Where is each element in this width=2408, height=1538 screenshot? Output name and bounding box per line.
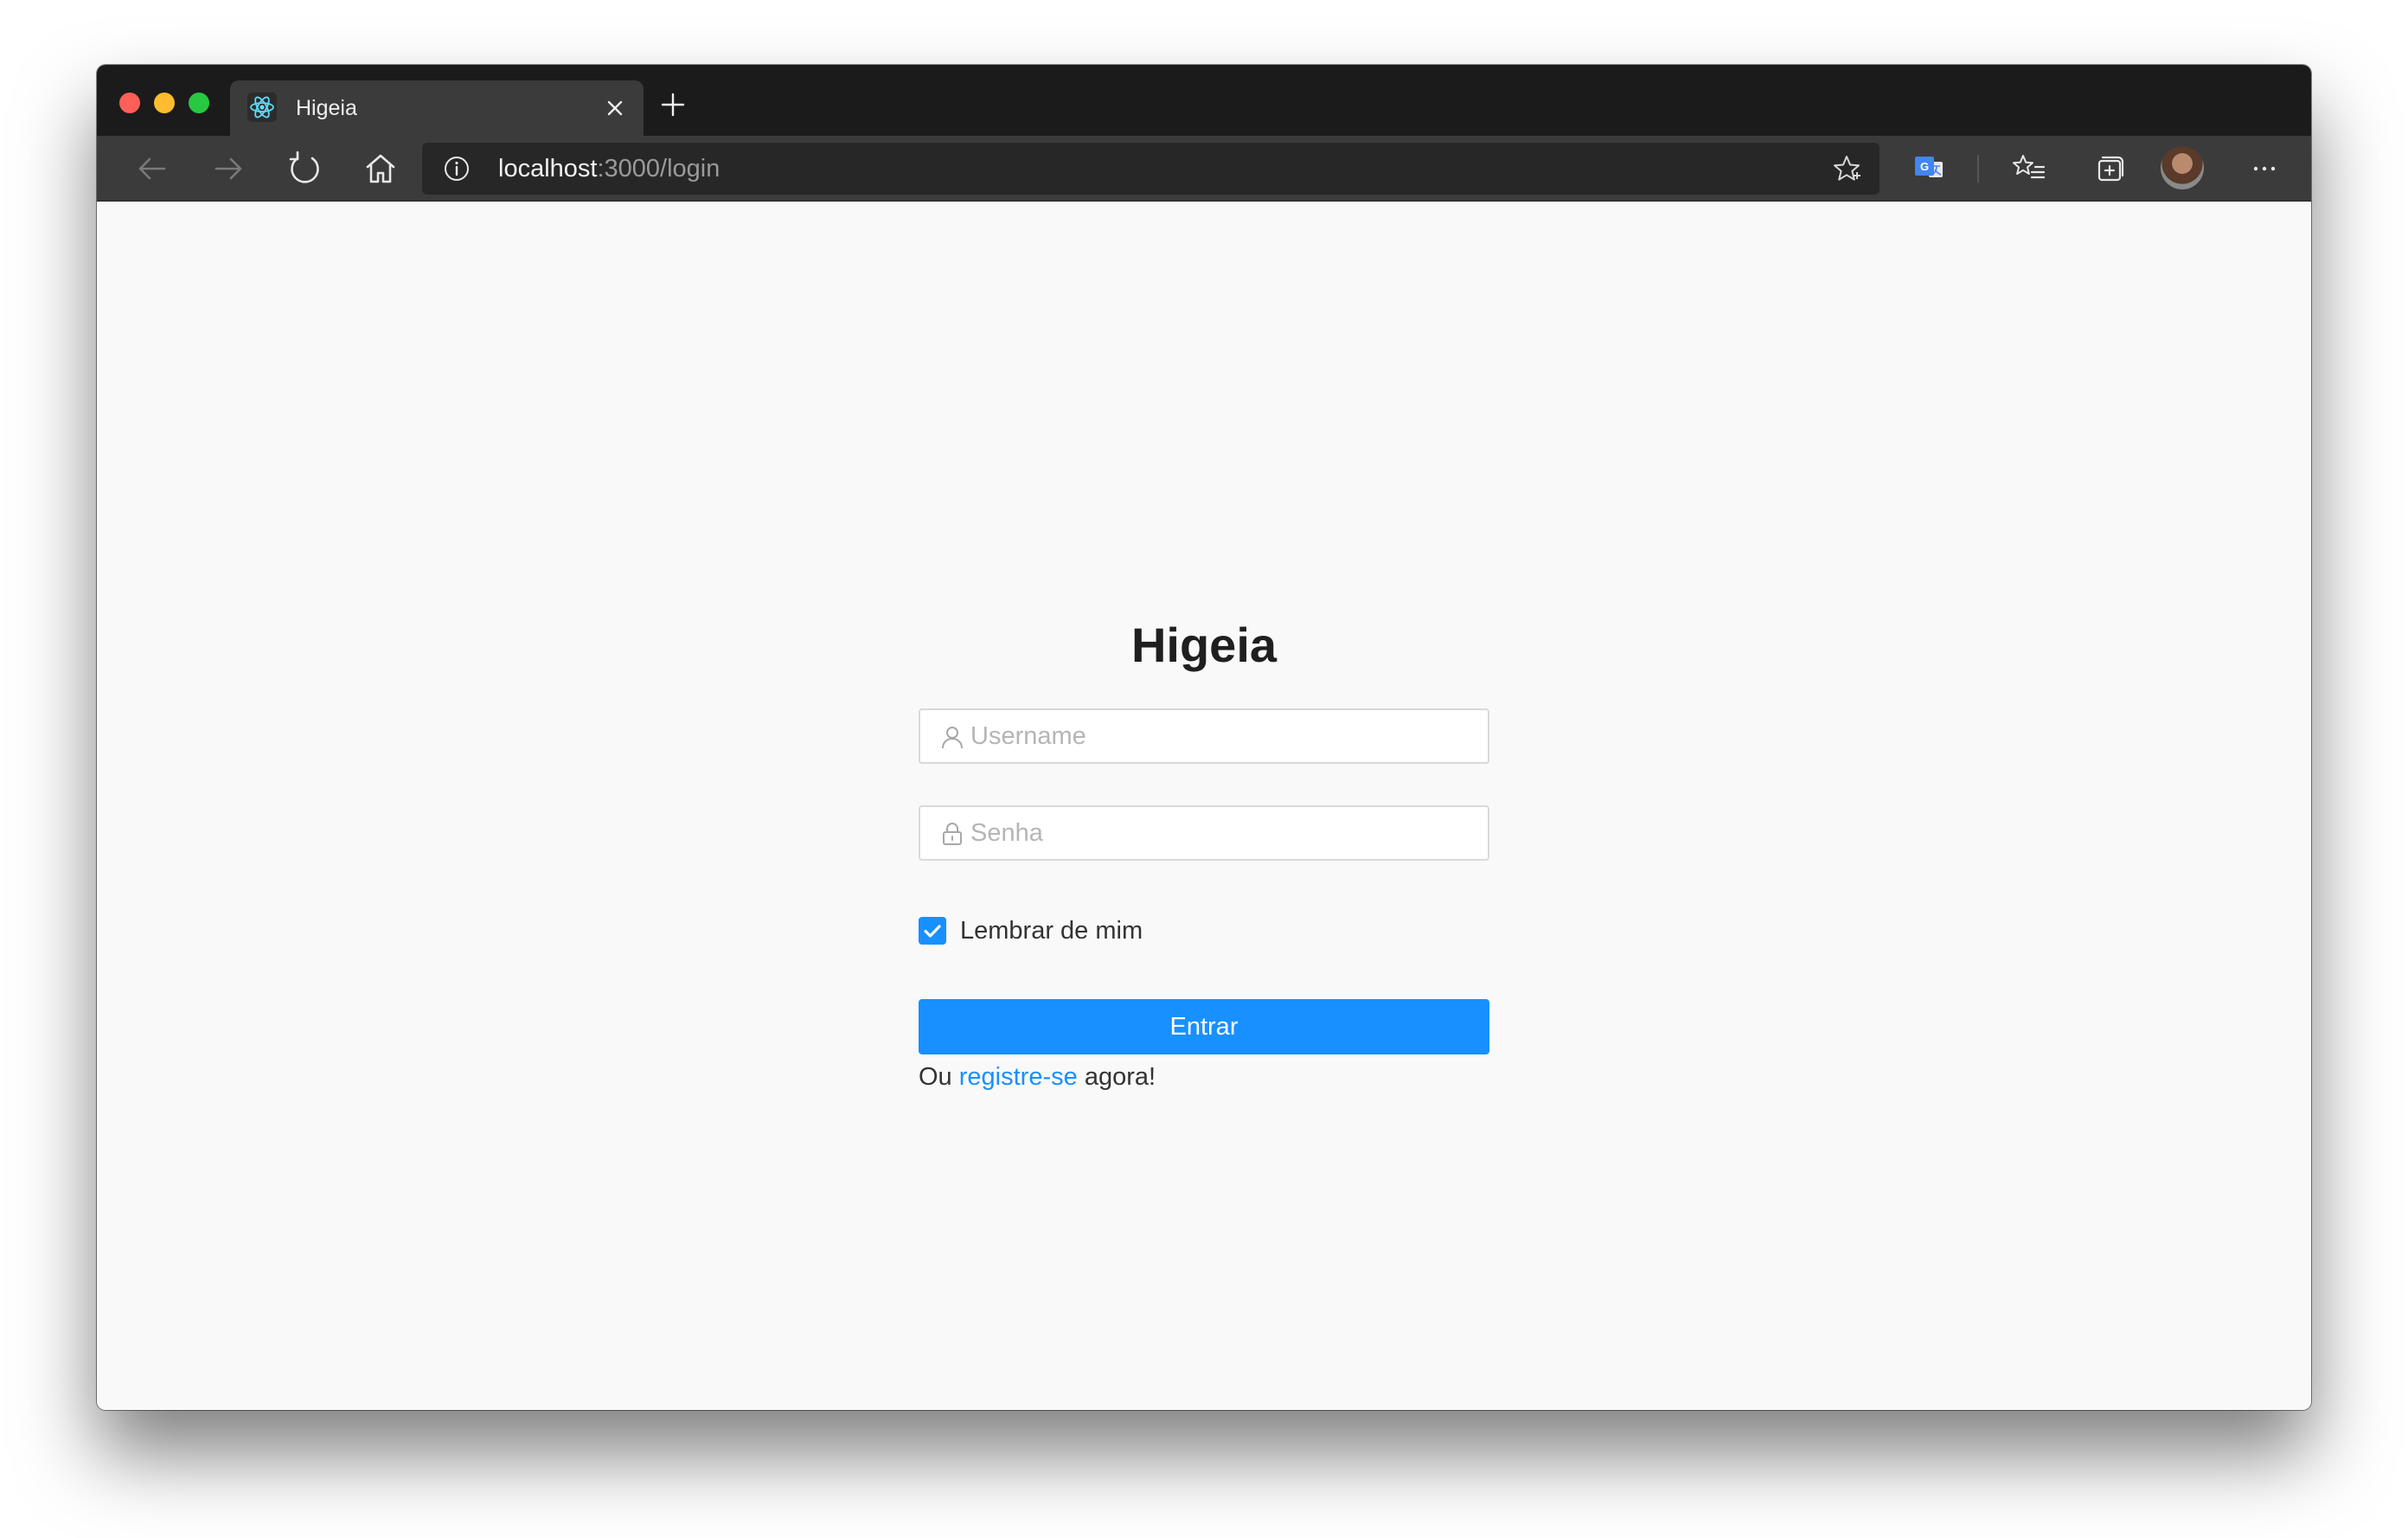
forward-arrow-icon[interactable] — [208, 148, 249, 189]
tab-strip: Higeia — [97, 65, 2311, 136]
svg-text:G: G — [1920, 160, 1929, 173]
reload-icon[interactable] — [284, 148, 325, 189]
lock-icon — [941, 822, 964, 846]
register-prefix: Ou — [919, 1063, 952, 1091]
favorites-icon[interactable] — [2008, 148, 2050, 189]
collections-icon[interactable] — [2088, 148, 2129, 189]
login-title: Higeia — [1130, 618, 1278, 672]
username-input[interactable] — [970, 710, 1472, 762]
password-field[interactable] — [919, 805, 1489, 861]
toolbar-separator — [1977, 155, 1979, 183]
close-tab-icon[interactable] — [599, 92, 631, 125]
url-path: :3000/login — [597, 155, 720, 183]
user-icon — [941, 725, 964, 749]
info-icon[interactable] — [443, 155, 471, 183]
register-suffix: agora! — [1084, 1063, 1156, 1091]
react-icon — [247, 93, 277, 122]
url-host: localhost — [498, 155, 598, 183]
remember-checkbox[interactable] — [919, 917, 946, 945]
new-tab-icon[interactable] — [657, 89, 688, 120]
tab-title: Higeia — [296, 96, 357, 120]
back-arrow-icon[interactable] — [131, 148, 173, 189]
minimize-window-button[interactable] — [154, 93, 175, 113]
remember-label[interactable]: Lembrar de mim — [960, 916, 1143, 945]
translate-icon[interactable]: G — [1908, 148, 1950, 189]
maximize-window-button[interactable] — [189, 93, 209, 113]
login-button[interactable]: Entrar — [919, 999, 1489, 1054]
profile-avatar[interactable] — [2161, 146, 2204, 189]
url-text: localhost:3000/login — [498, 155, 720, 183]
register-link[interactable]: registre-se — [959, 1063, 1078, 1091]
tab-higeia[interactable]: Higeia — [230, 80, 644, 136]
more-icon[interactable] — [2244, 148, 2285, 189]
register-prompt: Ou registre-se agora! — [919, 1060, 1156, 1094]
address-bar[interactable]: localhost:3000/login — [422, 143, 1880, 195]
close-window-button[interactable] — [119, 93, 140, 113]
browser-window: Higeia localhost:3000/login G Higeia Use… — [97, 65, 2311, 1410]
page-content: Higeia Lem — [97, 202, 2311, 1410]
browser-toolbar: localhost:3000/login G — [97, 136, 2311, 202]
username-field[interactable] — [919, 708, 1489, 764]
star-icon[interactable] — [1831, 153, 1862, 184]
home-icon[interactable] — [360, 148, 401, 189]
password-input[interactable] — [970, 807, 1472, 859]
